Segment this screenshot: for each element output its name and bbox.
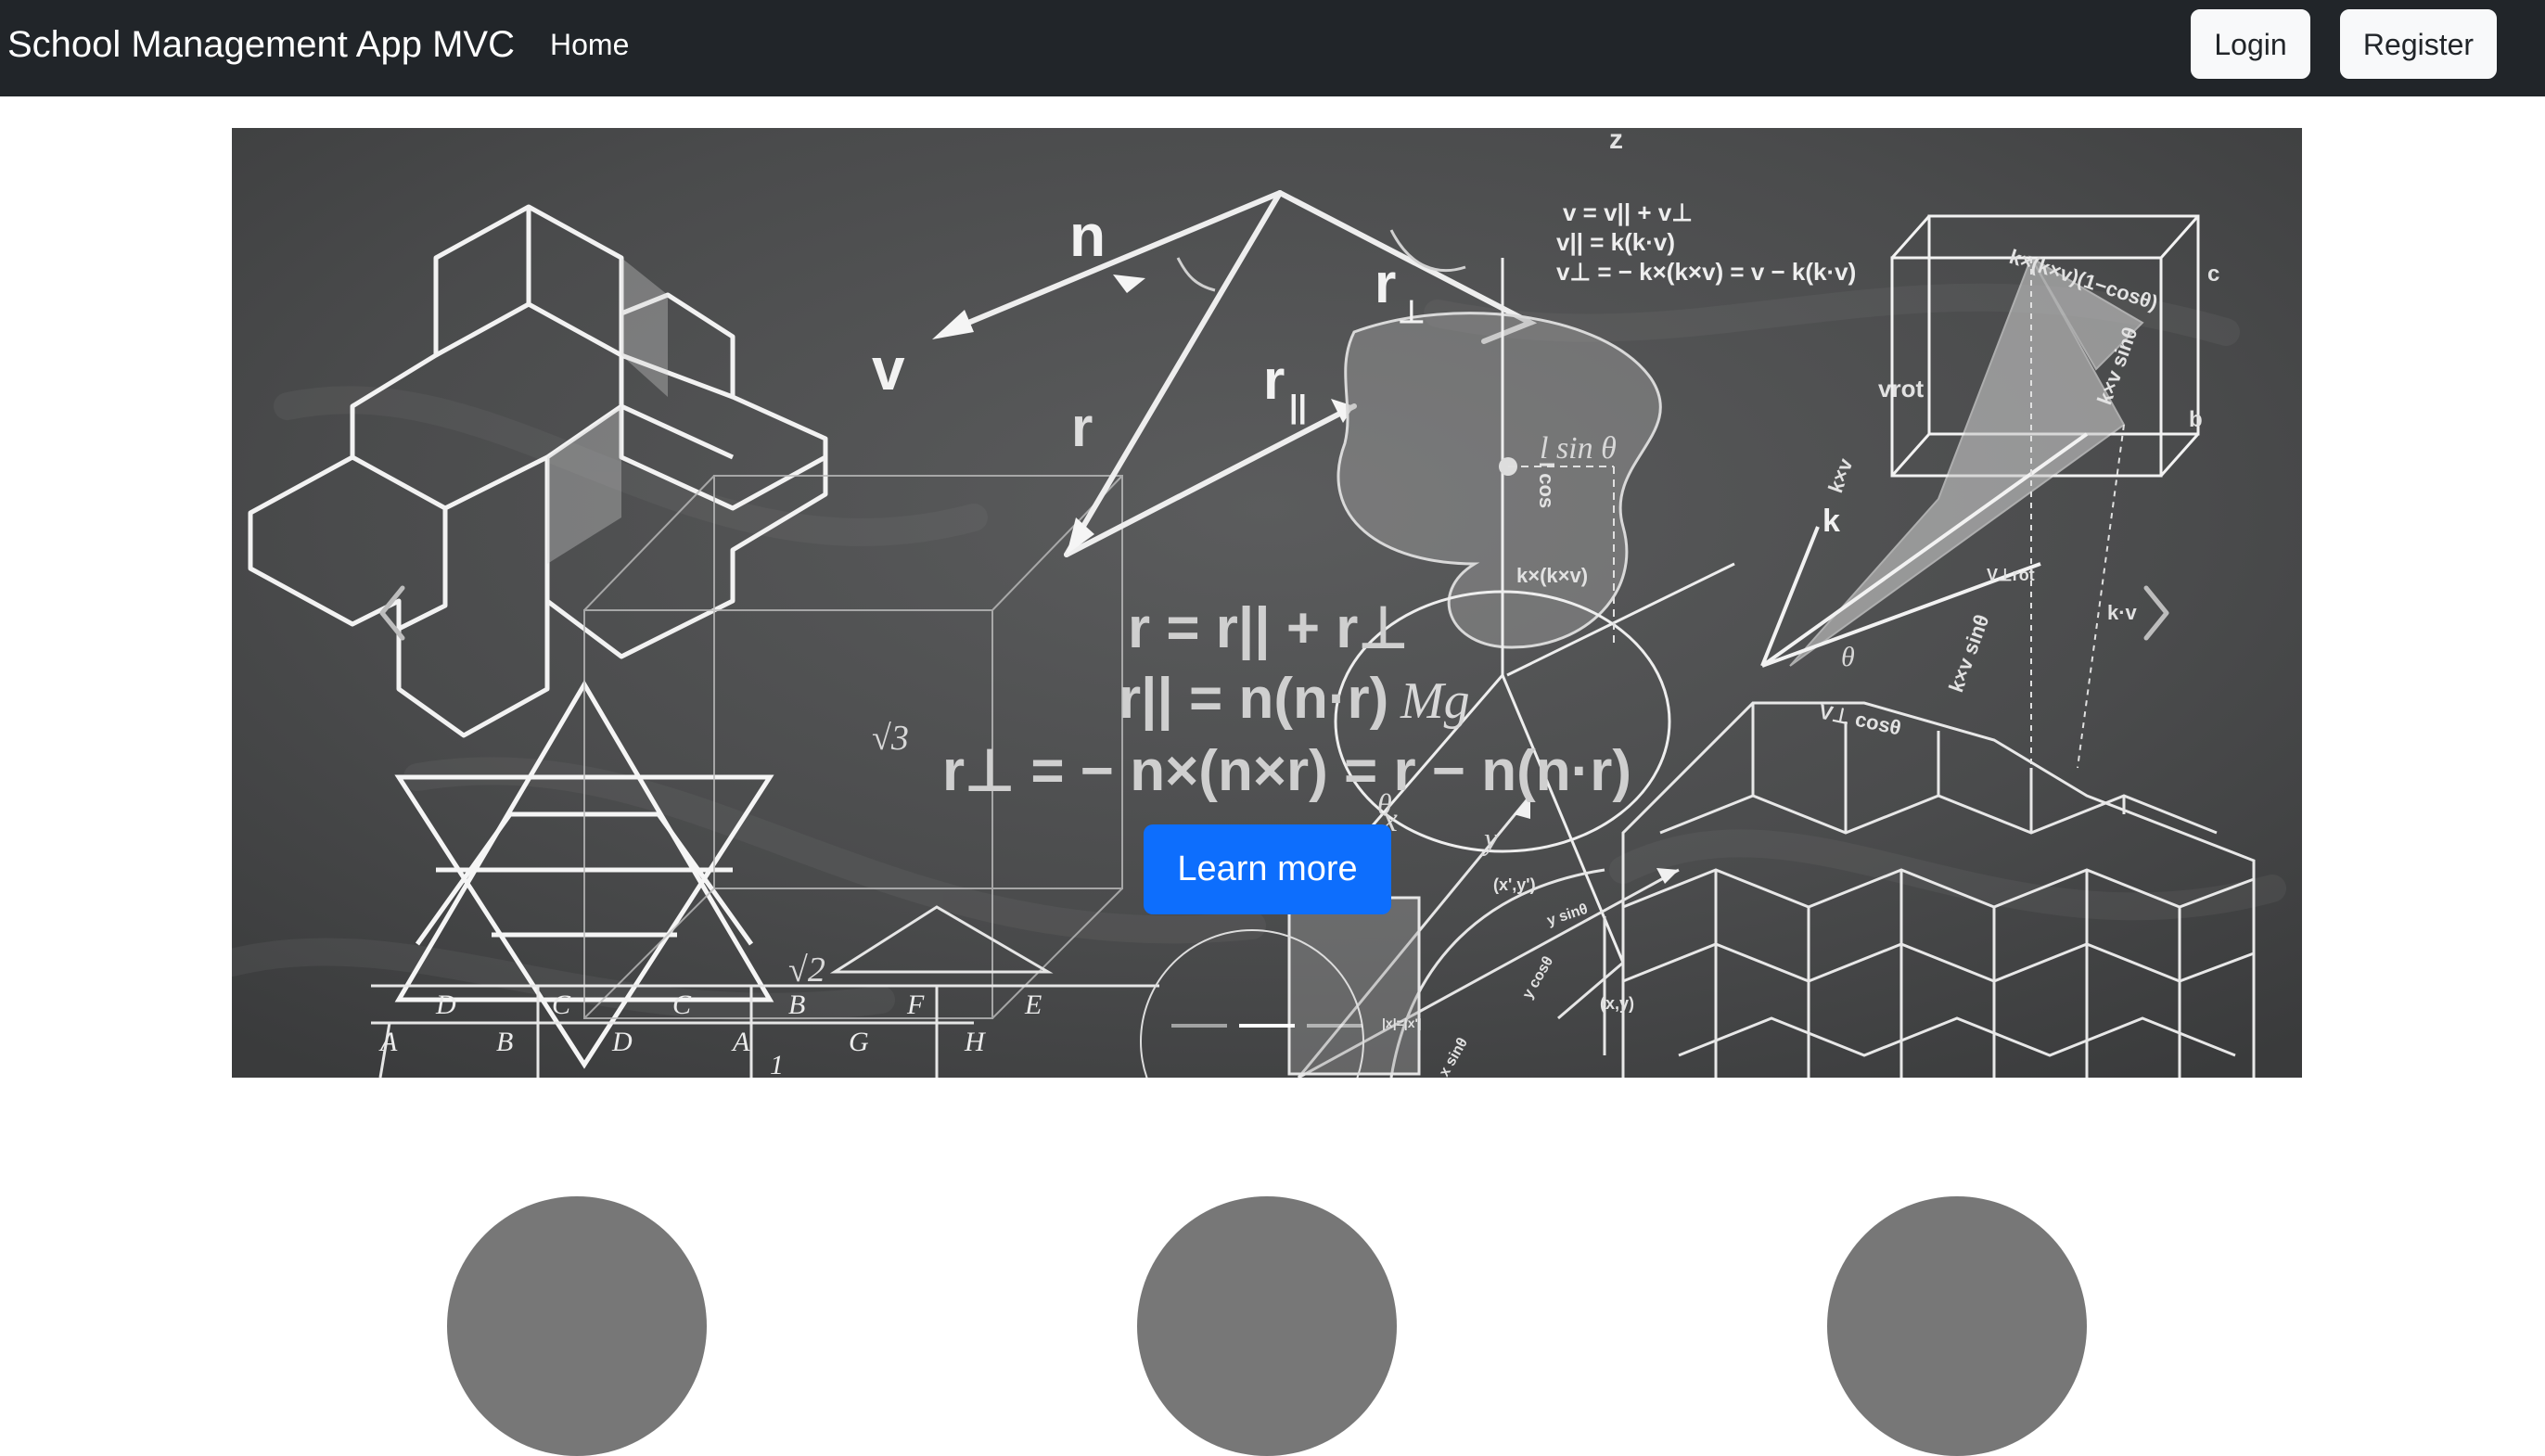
chalk-sqrt2: √2	[788, 951, 825, 990]
chalk-lsin: l sin θ	[1540, 431, 1617, 466]
chalk-r-perp: r	[1375, 252, 1396, 314]
chalk-absx: |x|=|x'|	[1382, 1015, 1422, 1030]
chalk-r-perp-sub: ⊥	[1398, 295, 1426, 330]
chevron-right-icon	[2143, 585, 2169, 641]
chalk-r-par: r	[1263, 349, 1285, 411]
chalk-letter-d2: D	[611, 1027, 633, 1057]
chalk-letter-a2: A	[731, 1027, 750, 1057]
chalk-letter-e: E	[1024, 990, 1042, 1020]
chalk-eq-main2: r|| = n(n·r)	[1119, 667, 1388, 732]
chalk-v: v	[872, 336, 905, 402]
chalk-letter-a: A	[378, 1027, 398, 1057]
chalk-vrot: vrot	[1878, 375, 1924, 402]
chalk-letter-1: 1	[770, 1050, 784, 1078]
chalk-cube-b: b	[2189, 407, 2203, 432]
carousel-indicator-3[interactable]	[1307, 1024, 1362, 1028]
chalk-letter-c2: C	[672, 990, 692, 1020]
feature-image-placeholder-1	[447, 1196, 707, 1456]
chalk-letter-f: F	[906, 990, 925, 1020]
chalk-mg: Mg	[1400, 672, 1470, 730]
chalk-eq-main3: r⊥ = − n×(n×r) = r − n(n·r)	[942, 739, 1631, 803]
navbar-brand[interactable]: School Management App MVC	[7, 20, 515, 69]
chalk-letter-b2: B	[496, 1027, 513, 1057]
nav-link-home[interactable]: Home	[550, 22, 629, 67]
carousel-indicators	[1171, 1020, 1362, 1031]
chalk-eq3: v⊥ = − k×(k×v) = v − k(k·v)	[1556, 258, 1856, 286]
chalk-r-par-sub: ||	[1289, 390, 1307, 425]
chalk-letter-h: H	[964, 1027, 987, 1057]
chalk-theta: θ	[1377, 787, 1392, 821]
chalk-eq2: v|| = k(k·v)	[1556, 228, 1675, 256]
chalk-letter-g: G	[849, 1027, 869, 1057]
chalk-lcos: l cos	[1535, 462, 1558, 508]
login-button[interactable]: Login	[2191, 9, 2310, 79]
feature-image-placeholder-3	[1827, 1196, 2087, 1456]
chalkboard-math-image: n v r r || r ⊥ k v = v|| + v⊥ v|| = k(k·…	[232, 128, 2302, 1078]
chalk-n: n	[1069, 202, 1106, 269]
chalk-theta-2: θ	[1841, 642, 1855, 672]
chalk-sqrt3: √3	[872, 719, 909, 758]
chalk-xy2: (x,y)	[1600, 994, 1634, 1013]
chalk-z: z	[1609, 128, 1623, 155]
learn-more-button[interactable]: Learn more	[1144, 824, 1391, 914]
chalk-eq1: v = v|| + v⊥	[1563, 198, 1693, 226]
chalk-k: k	[1822, 504, 1840, 539]
feature-image-placeholder-2	[1137, 1196, 1397, 1456]
register-button[interactable]: Register	[2340, 9, 2497, 79]
chevron-left-icon	[379, 585, 405, 641]
chalk-letter-d: D	[435, 990, 456, 1020]
chalk-cube-c: c	[2207, 262, 2219, 287]
carousel-indicator-1[interactable]	[1171, 1024, 1227, 1028]
chalk-r: r	[1071, 396, 1093, 458]
chalk-letter-c: C	[552, 990, 571, 1020]
chalk-y: y	[1481, 823, 1499, 857]
chalk-eq-main1: r = r|| + r⊥	[1128, 596, 1408, 661]
carousel-next-button[interactable]	[2124, 571, 2189, 655]
chalk-kxkv: k×(k×v)	[1516, 564, 1588, 587]
carousel-indicator-2[interactable]	[1239, 1024, 1295, 1028]
chalk-xy1: (x',y')	[1493, 875, 1536, 894]
hero-carousel: n v r r || r ⊥ k v = v|| + v⊥ v|| = k(k·…	[232, 128, 2302, 1078]
chalk-letter-b: B	[788, 990, 805, 1020]
carousel-prev-button[interactable]	[360, 571, 425, 655]
chalk-v-perp-rot: V⊥rot	[1987, 566, 2035, 584]
navbar: School Management App MVC Home Login Reg…	[0, 0, 2545, 96]
